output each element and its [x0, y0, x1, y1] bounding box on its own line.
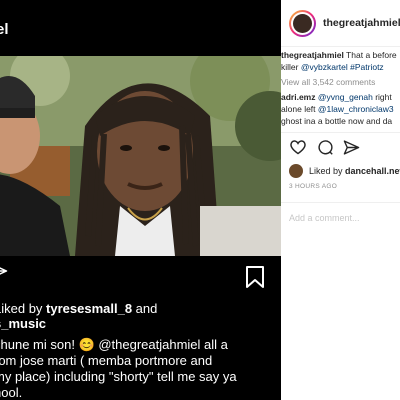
comment-item: thegreatjahmiel That a before killer @vy… — [281, 49, 397, 73]
caption-line: my place) including "shorty" tell me say… — [0, 369, 237, 384]
liked-by-prefix: Liked by — [309, 166, 346, 176]
divider — [281, 132, 400, 133]
left-liked-by-prefix: Liked by — [0, 301, 43, 316]
left-liked-by-user[interactable]: tyresesmall_8 — [46, 301, 132, 316]
post-photo[interactable] — [0, 56, 281, 256]
left-caption: chune mi son! 😊 @thegreatjahmiel all a r… — [0, 337, 279, 400]
view-all-comments-link[interactable]: View all 3,542 comments — [281, 76, 375, 88]
mention-link[interactable]: @yvng_genah — [318, 92, 373, 102]
comment-text-cont: ghost ina a bottle now and da — [281, 116, 393, 126]
caption-line: rom jose marti ( memba portmore and — [0, 353, 213, 368]
paper-plane-icon[interactable] — [343, 139, 360, 161]
comment-text: @yvng_genah right — [317, 92, 392, 102]
comment-text-cont: alone left @1law_chroniclaw3 — [281, 104, 394, 114]
post-username[interactable]: thegreatjahmiel — [323, 17, 400, 29]
post-photo-image — [0, 56, 281, 256]
comment-text: That a before — [346, 50, 397, 60]
post-header: thegreatjahmiel — [281, 0, 400, 47]
liker-avatar[interactable] — [289, 164, 303, 178]
post-username-text: thegreatjahmiel — [323, 17, 400, 29]
add-comment-input[interactable]: Add a comment... — [289, 213, 360, 223]
bookmark-icon[interactable] — [244, 265, 266, 294]
post-sidebar: thegreatjahmiel thegreatjahmiel That a b… — [281, 0, 400, 400]
comment-user[interactable]: thegreatjahmiel — [281, 50, 344, 60]
caption-line: hool. — [0, 385, 23, 400]
left-liked-by: Liked by tyresesmall_8 and — [0, 301, 157, 316]
comment-user[interactable]: adri.emz — [281, 92, 316, 102]
comment-item: adri.emz @yvng_genah right alone left @1… — [281, 91, 394, 127]
comment-icon[interactable] — [317, 139, 334, 161]
mention-link[interactable]: #Patriotz — [350, 62, 384, 72]
divider — [281, 202, 400, 203]
left-post-panel: el iked by tyresesmall_8 and _music chun… — [0, 0, 281, 400]
mention-link[interactable]: @1law_chroniclaw3 — [318, 104, 394, 114]
comment-text-cont: killer @vybzkartel #Patriotz — [281, 62, 384, 72]
post-timestamp[interactable]: 3 HOURS AGO — [289, 183, 337, 190]
post-actions — [281, 137, 400, 159]
avatar[interactable] — [289, 10, 316, 37]
left-liked-by-user-2[interactable]: s_music — [0, 316, 46, 331]
paper-plane-icon[interactable] — [0, 262, 8, 285]
heart-icon[interactable] — [289, 139, 307, 160]
left-liked-by-suffix: and — [132, 301, 158, 316]
left-post-header: el — [0, 0, 281, 56]
mention-link[interactable]: @vybzkartel — [301, 62, 348, 72]
left-post-username[interactable]: el — [0, 21, 9, 38]
liked-by-user[interactable]: dancehall.new — [345, 166, 400, 176]
caption-line: chune mi son! 😊 @thegreatjahmiel all a — [0, 337, 228, 352]
